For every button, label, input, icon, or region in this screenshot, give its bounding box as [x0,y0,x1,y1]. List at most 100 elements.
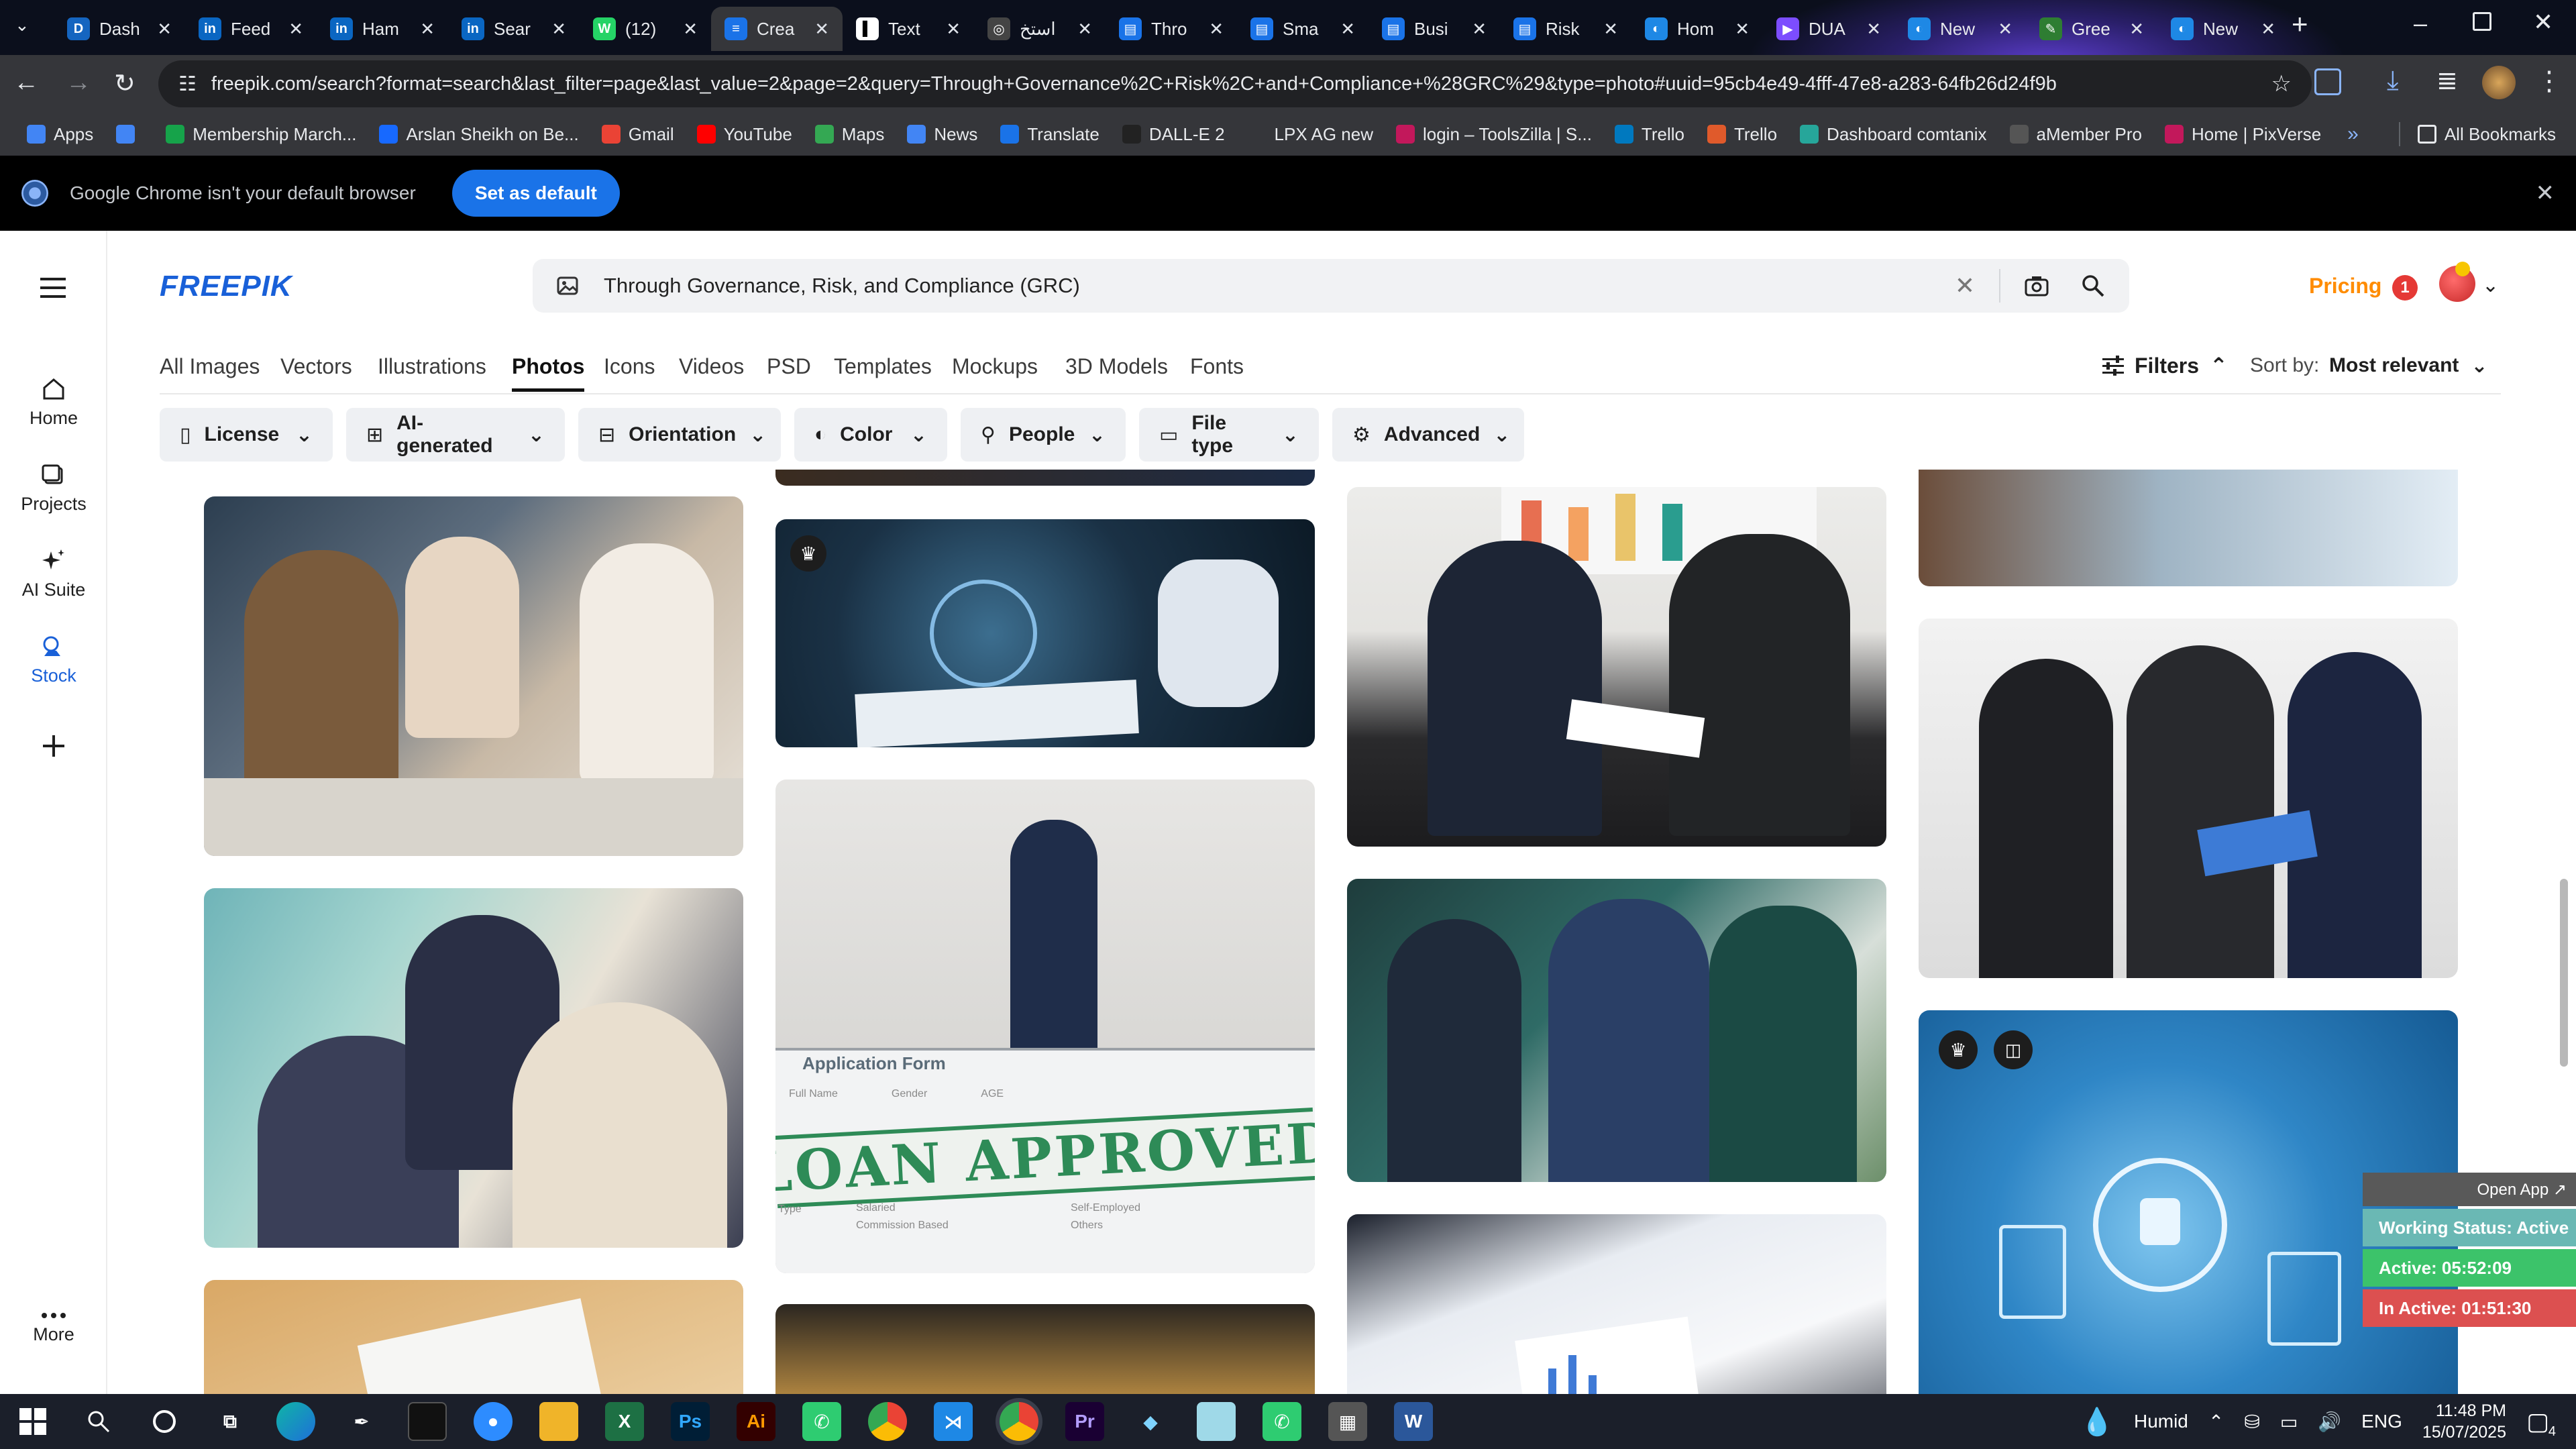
category-tab[interactable]: Templates [834,354,932,379]
infobar-close-icon[interactable]: ✕ [2536,180,2555,207]
browser-tab[interactable]: ▤ Sma ✕ [1237,7,1368,51]
terminal-icon[interactable] [408,1402,447,1441]
tab-close-icon[interactable]: ✕ [420,19,435,40]
bookmark-item[interactable]: Home | PixVerse [2165,124,2321,145]
bookmark-item[interactable]: Trello [1614,124,1684,145]
bookmark-item[interactable]: Translate [1000,124,1099,145]
close-window-button[interactable]: ✕ [2533,8,2553,36]
filter-button[interactable]: ◐ Color ⌄ [794,408,947,462]
filter-button[interactable]: ⚲ People ⌄ [961,408,1126,462]
file-explorer-icon[interactable] [539,1402,578,1441]
bookmark-item[interactable]: DALL-E 2 [1122,124,1225,145]
all-bookmarks-folder[interactable]: All Bookmarks [2417,124,2556,145]
browser-tab[interactable]: D Dash ✕ [54,7,185,51]
weather-label[interactable]: Humid [2134,1411,2188,1432]
nav-projects[interactable]: Projects [0,462,107,515]
filter-button[interactable]: ⚙ Advanced ⌄ [1332,408,1524,462]
photo-handshake-documents[interactable] [1347,487,1886,847]
photo-justice-scale[interactable]: ♛ [775,519,1315,747]
page-scrollbar-thumb[interactable] [2560,879,2568,1067]
media-control-icon[interactable]: ≣ [2436,66,2458,96]
nav-ai-suite[interactable]: AI Suite [0,547,107,600]
bookmark-item[interactable]: YouTube [696,124,792,145]
bookmark-item[interactable]: Arslan Sheikh on Be... [379,124,579,145]
image-search-mode-icon[interactable] [557,276,580,296]
forward-arrow-icon[interactable]: → [66,68,91,97]
search-input[interactable]: Through Governance, Risk, and Compliance… [604,274,1955,298]
taskbar-search-icon[interactable] [79,1402,118,1441]
bookmark-item[interactable]: Trello [1707,124,1777,145]
bookmark-item[interactable]: Membership March... [166,124,356,145]
extension-icon[interactable] [2314,68,2341,95]
category-tab[interactable]: Icons [604,354,655,379]
minimize-button[interactable]: – [2414,9,2427,38]
bookmark-item[interactable]: login – ToolsZilla | S... [1395,124,1592,145]
tray-chevron-icon[interactable]: ⌃ [2208,1411,2224,1433]
address-bar[interactable]: ☷ freepik.com/search?format=search&last_… [158,60,2312,107]
edge-icon[interactable] [276,1402,315,1441]
tab-close-icon[interactable]: ✕ [1866,19,1881,40]
bookmark-item[interactable]: News [907,124,977,145]
nav-home[interactable]: Home [0,376,107,429]
bookmark-item[interactable]: aMember Pro [2009,124,2142,145]
open-app-button[interactable]: Open App ↗ [2363,1173,2576,1206]
set-default-button[interactable]: Set as default [451,170,620,217]
camera-search-icon[interactable] [2025,275,2049,297]
pricing-link[interactable]: Pricing [2309,274,2381,299]
sort-dropdown[interactable]: Most relevant ⌄ [2329,354,2488,378]
nav-stock[interactable]: Stock [0,633,107,686]
browser-tab[interactable]: ▤ Busi ✕ [1368,7,1500,51]
photo-chart-analysis[interactable] [1347,1214,1886,1394]
browser-tab[interactable]: ≡ Crea ✕ [711,7,843,51]
category-tab[interactable]: All Images [160,354,260,379]
bookmark-item[interactable]: Gmail [601,124,674,145]
chrome-menu-icon[interactable]: ⋮ [2536,66,2563,97]
calculator-icon[interactable]: ▦ [1328,1402,1367,1441]
tab-close-icon[interactable]: ✕ [288,19,303,40]
network-icon[interactable]: ⛁ [2244,1411,2259,1433]
browser-tab[interactable]: ▤ Thro ✕ [1106,7,1237,51]
filter-button[interactable]: ▭ File type ⌄ [1139,408,1319,462]
bookmark-item[interactable]: Maps [814,124,884,145]
tab-close-icon[interactable]: ✕ [1472,19,1487,40]
photo-partial-bottom[interactable] [775,1304,1315,1394]
photoshop-icon[interactable]: Ps [671,1402,710,1441]
tab-search-icon[interactable]: ⌄ [15,15,30,36]
browser-tab[interactable]: ▤ Risk ✕ [1500,7,1631,51]
tab-close-icon[interactable]: ✕ [1603,19,1618,40]
browser-tab[interactable]: ◐ New ✕ [2157,7,2289,51]
category-tab[interactable]: PSD [767,354,811,379]
premiere-icon[interactable]: Pr [1065,1402,1104,1441]
add-icon[interactable] [40,733,67,759]
photo-meeting-tablet[interactable] [204,496,743,856]
volume-icon[interactable]: 🔊 [2318,1411,2341,1433]
category-tab[interactable]: Mockups [952,354,1038,379]
browser-tab[interactable]: W (12) ✕ [580,7,711,51]
reload-icon[interactable]: ↻ [114,68,136,99]
task-view-icon[interactable]: ⧉ [211,1402,250,1441]
tab-close-icon[interactable]: ✕ [814,19,829,40]
tab-close-icon[interactable]: ✕ [2261,19,2275,40]
bookmark-item[interactable]: LPX AG new [1247,124,1373,145]
tab-close-icon[interactable]: ✕ [1340,19,1355,40]
browser-tab[interactable]: ▶ DUA ✕ [1763,7,1894,51]
chrome-active-icon[interactable] [1000,1402,1038,1441]
hamburger-menu-icon[interactable] [40,278,66,298]
tab-close-icon[interactable]: ✕ [157,19,172,40]
photo-loan-approved[interactable]: Application Form Full Name Gender AGE LO… [775,780,1315,1273]
site-info-icon[interactable]: ☷ [178,72,197,96]
browser-tab[interactable]: ◎ استخ ✕ [974,7,1106,51]
filter-button[interactable]: ⊞ AI-generated ⌄ [346,408,565,462]
search-bar[interactable]: Through Governance, Risk, and Compliance… [533,259,2129,313]
browser-tab[interactable]: in Sear ✕ [448,7,580,51]
whatsapp-icon[interactable]: ✆ [1263,1402,1301,1441]
filters-toggle[interactable]: Filters ⌃ [2102,353,2228,378]
browser-tab[interactable]: ◐ New ✕ [1894,7,2026,51]
category-tab[interactable]: 3D Models [1065,354,1168,379]
photo-partial-digital[interactable] [1919,470,2458,586]
tab-close-icon[interactable]: ✕ [1209,19,1224,40]
filter-button[interactable]: ▯ License ⌄ [160,408,333,462]
clear-search-icon[interactable]: ✕ [1955,272,1975,300]
photo-partial-top[interactable] [775,470,1315,486]
tab-close-icon[interactable]: ✕ [551,19,566,40]
